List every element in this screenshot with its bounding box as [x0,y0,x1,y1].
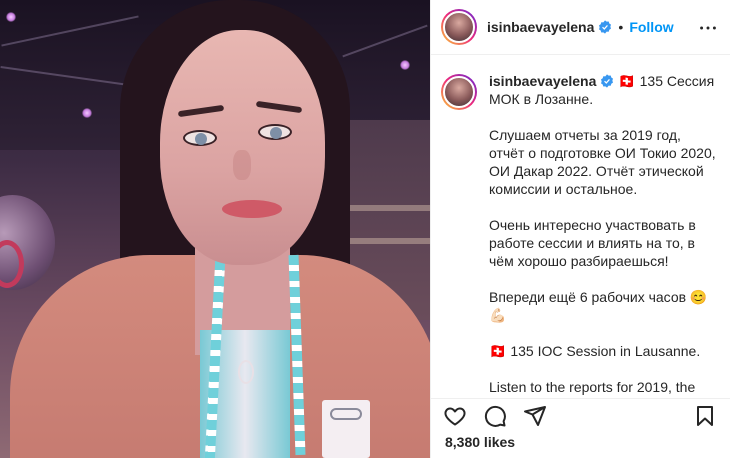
follow-button[interactable]: Follow [629,19,673,35]
post-photo[interactable] [0,0,430,458]
caption-paragraph: Впереди ещё 6 рабочих часов 😊💪🏻 [489,289,708,323]
swiss-flag-emoji: 🇨🇭 [618,73,636,89]
post-side-panel: isinbaevayelena • Follow isinbaevayelena… [430,0,730,458]
avatar[interactable] [441,9,477,45]
photo-eye-right [258,124,292,140]
caption-row: isinbaevayelena 🇨🇭 135 Сессия МОК в Лоза… [431,56,730,396]
photo-ceiling-light [82,108,92,118]
caption-text: isinbaevayelena 🇨🇭 135 Сессия МОК в Лоза… [489,72,719,396]
photo-lips [222,200,282,218]
photo-pendant [238,360,254,384]
instagram-post: isinbaevayelena • Follow isinbaevayelena… [0,0,730,458]
more-options-icon[interactable] [697,17,719,39]
avatar[interactable] [441,74,477,110]
photo-face [160,30,325,265]
caption-paragraph: Очень интересно участвовать в работе сес… [489,217,700,269]
photo-olympic-rings [330,408,362,420]
comments-area[interactable]: isinbaevayelena 🇨🇭 135 Сессия МОК в Лоза… [431,56,730,396]
photo-ceiling-light [6,12,16,22]
bookmark-icon[interactable] [693,404,717,428]
caption-paragraph: isinbaevayelena 🇨🇭 135 Сессия МОК в Лоза… [489,72,719,108]
photo-ceiling-light [400,60,410,70]
comment-icon[interactable] [483,404,507,428]
photo-nose [233,150,251,180]
heart-icon[interactable] [443,404,467,428]
action-bar [431,398,730,432]
header-username[interactable]: isinbaevayelena [487,19,594,35]
caption-paragraph: Listen to the reports for 2019, the repo… [489,379,696,395]
photo-eye-left [183,130,217,146]
likes-count[interactable]: 8,380 likes [445,434,515,450]
post-header: isinbaevayelena • Follow [431,0,730,55]
verified-badge-icon [599,20,612,34]
header-separator: • [618,19,624,35]
caption-username[interactable]: isinbaevayelena [489,73,596,89]
share-icon[interactable] [523,404,547,428]
caption-paragraph: 🇨🇭 135 IOC Session in Lausanne. [489,343,701,359]
verified-badge-icon [601,74,614,88]
caption-paragraph: Слушаем отчеты за 2019 год, отчёт о подг… [489,127,720,197]
